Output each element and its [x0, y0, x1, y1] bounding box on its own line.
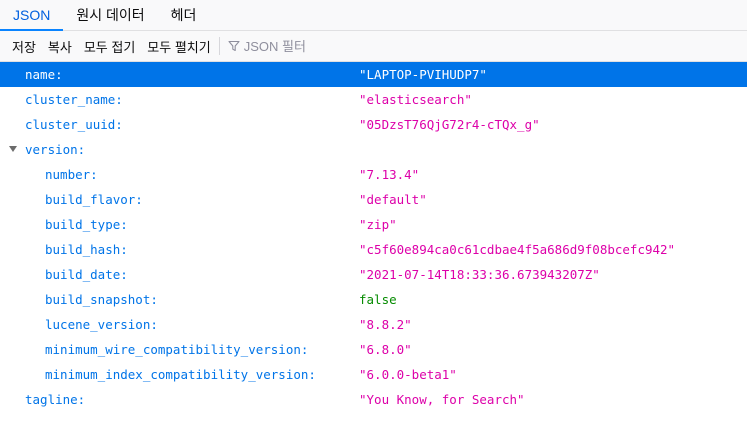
toolbar-divider [218, 37, 220, 55]
tab-raw-data[interactable]: 원시 데이터 [63, 0, 157, 30]
json-key: minimum_index_compatibility_version: [45, 367, 316, 382]
tab-json[interactable]: JSON [0, 0, 64, 31]
json-value: "You Know, for Search" [359, 392, 525, 407]
expand-all-button[interactable]: 모두 펼치기 [141, 37, 216, 56]
json-key: build_date: [45, 267, 128, 282]
json-filter[interactable] [224, 38, 444, 54]
json-value: "8.8.2" [359, 317, 412, 332]
json-row-minimum-wire-compatibility-version[interactable]: minimum_wire_compatibility_version: "6.8… [0, 337, 747, 362]
json-row-tagline[interactable]: tagline: "You Know, for Search" [0, 387, 747, 412]
json-value: false [359, 292, 397, 307]
json-row-build-flavor[interactable]: build_flavor: "default" [0, 187, 747, 212]
json-key: build_type: [45, 217, 128, 232]
json-tree: name: "LAPTOP-PVIHUDP7" cluster_name: "e… [0, 62, 747, 412]
json-filter-input[interactable] [243, 38, 444, 54]
json-key: build_flavor: [45, 192, 143, 207]
json-value: "7.13.4" [359, 167, 420, 182]
json-value: "c5f60e894ca0c61cdbae4f5a686d9f08bcefc94… [359, 242, 676, 257]
save-button[interactable]: 저장 [6, 37, 42, 56]
json-row-build-type[interactable]: build_type: "zip" [0, 212, 747, 237]
json-key: cluster_name: [25, 92, 123, 107]
json-value: "default" [359, 192, 427, 207]
toolbar: 저장 복사 모두 접기 모두 펼치기 [0, 31, 747, 62]
json-row-name[interactable]: name: "LAPTOP-PVIHUDP7" [0, 62, 747, 87]
json-row-cluster-name[interactable]: cluster_name: "elasticsearch" [0, 87, 747, 112]
json-key: lucene_version: [45, 317, 158, 332]
expand-arrow-icon[interactable] [9, 146, 17, 152]
json-row-cluster-uuid[interactable]: cluster_uuid: "05DzsT76QjG72r4-cTQx_g" [0, 112, 747, 137]
copy-button[interactable]: 복사 [42, 37, 78, 56]
json-value: "LAPTOP-PVIHUDP7" [359, 67, 487, 82]
json-value: "zip" [359, 217, 397, 232]
json-key: tagline: [25, 392, 86, 407]
json-value: "05DzsT76QjG72r4-cTQx_g" [359, 117, 540, 132]
json-row-build-hash[interactable]: build_hash: "c5f60e894ca0c61cdbae4f5a686… [0, 237, 747, 262]
json-row-version[interactable]: version: [0, 137, 747, 162]
json-key: build_hash: [45, 242, 128, 257]
json-row-minimum-index-compatibility-version[interactable]: minimum_index_compatibility_version: "6.… [0, 362, 747, 387]
json-key: build_snapshot: [45, 292, 158, 307]
json-value: "6.8.0" [359, 342, 412, 357]
json-value: "elasticsearch" [359, 92, 472, 107]
json-row-lucene-version[interactable]: lucene_version: "8.8.2" [0, 312, 747, 337]
funnel-icon [228, 40, 240, 52]
json-row-number[interactable]: number: "7.13.4" [0, 162, 747, 187]
json-row-build-date[interactable]: build_date: "2021-07-14T18:33:36.6739432… [0, 262, 747, 287]
json-key: name: [25, 67, 63, 82]
tab-headers[interactable]: 헤더 [158, 0, 210, 30]
json-value: "6.0.0-beta1" [359, 367, 457, 382]
json-row-build-snapshot[interactable]: build_snapshot: false [0, 287, 747, 312]
collapse-all-button[interactable]: 모두 접기 [78, 37, 141, 56]
json-key: number: [45, 167, 98, 182]
json-key: version: [25, 142, 86, 157]
json-key: minimum_wire_compatibility_version: [45, 342, 309, 357]
json-value: "2021-07-14T18:33:36.673943207Z" [359, 267, 600, 282]
tab-bar: JSON 원시 데이터 헤더 [0, 0, 747, 31]
json-key: cluster_uuid: [25, 117, 123, 132]
